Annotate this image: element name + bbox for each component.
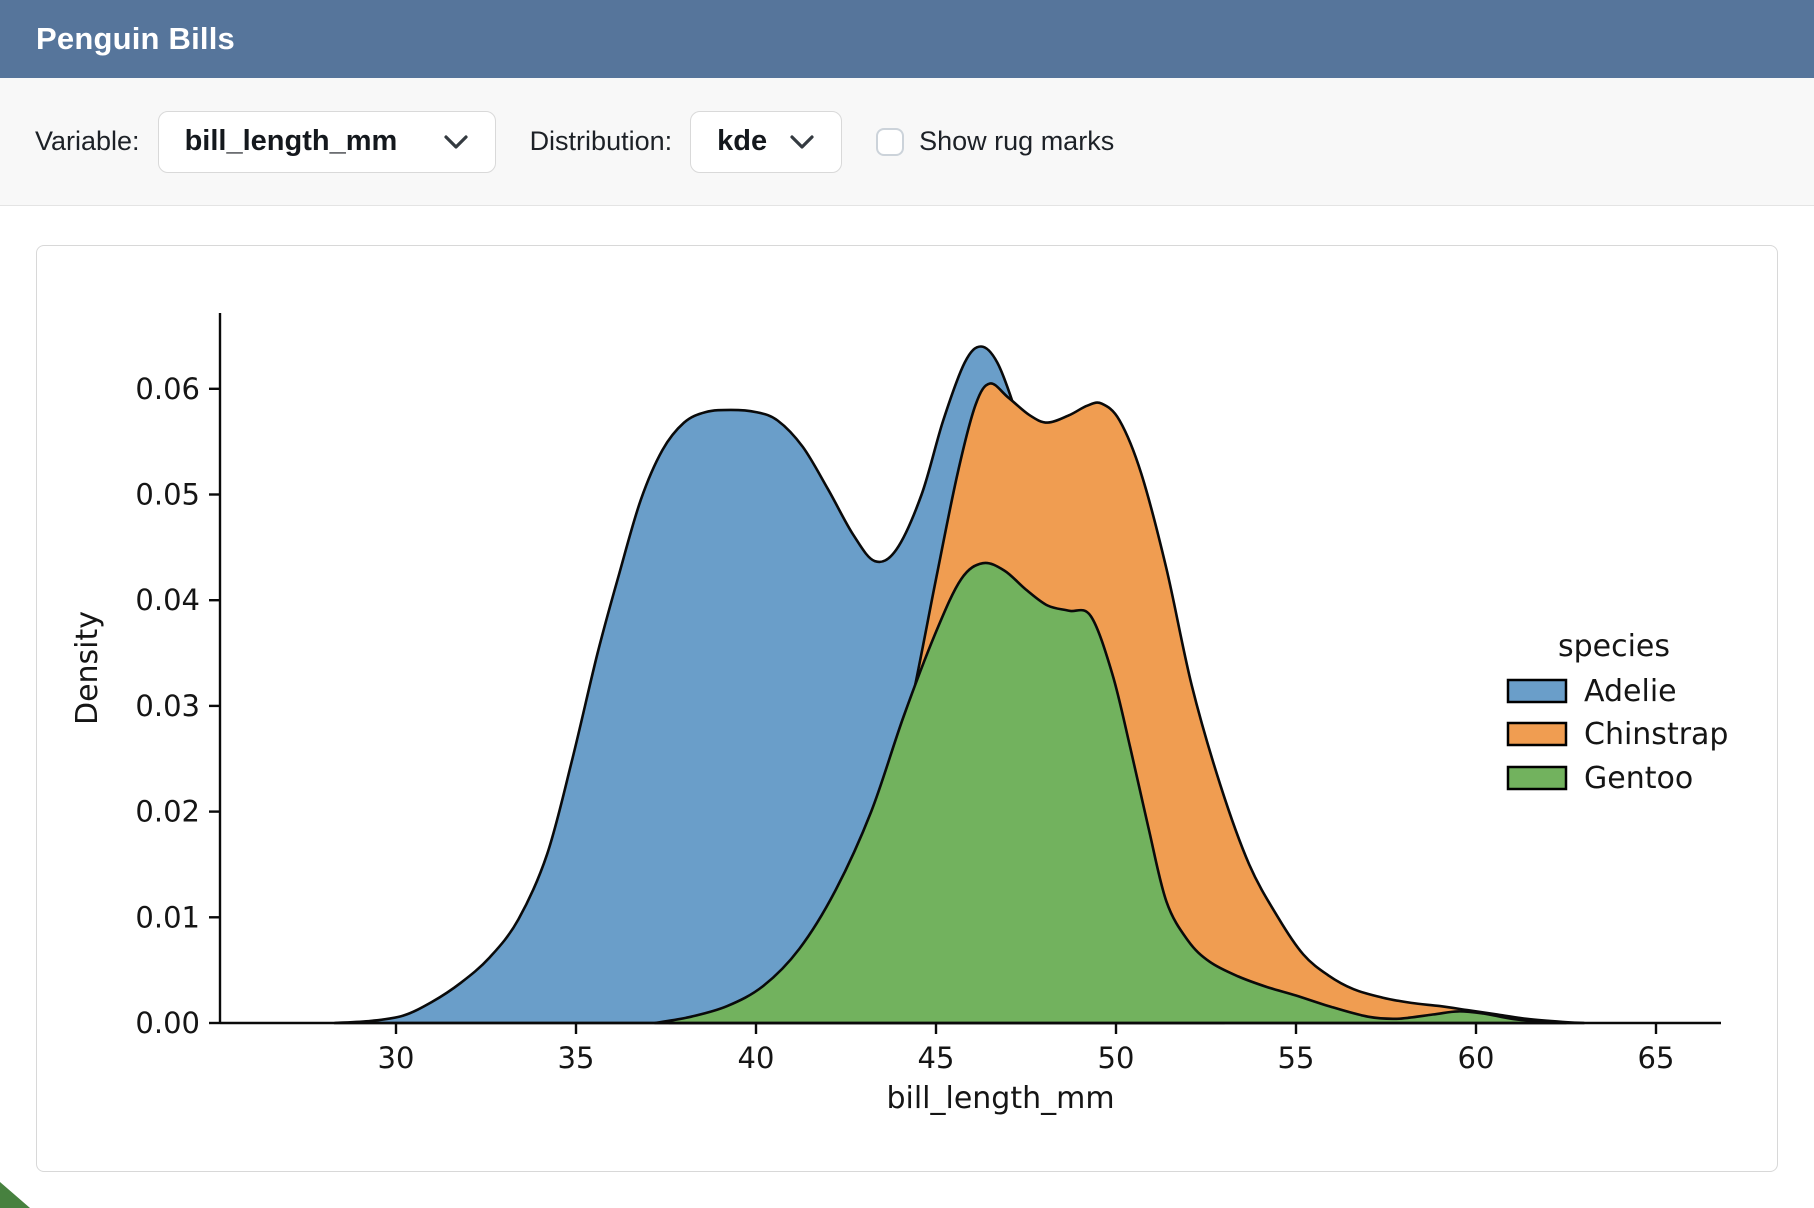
x-axis-label: bill_length_mm (886, 1081, 1114, 1116)
corner-decoration (0, 1182, 30, 1208)
y-tick-label: 0.00 (135, 1006, 200, 1040)
chevron-down-icon (789, 134, 815, 150)
x-tick-label: 30 (378, 1041, 415, 1075)
y-tick-label: 0.02 (135, 795, 200, 829)
x-tick-label: 65 (1638, 1041, 1675, 1075)
legend-swatch-chinstrap (1508, 723, 1566, 745)
y-tick-label: 0.05 (135, 478, 200, 512)
rug-checkbox[interactable] (876, 128, 904, 156)
y-axis-label: Density (70, 611, 105, 725)
y-tick-label: 0.01 (135, 900, 200, 934)
kde-chart: 30 35 40 45 50 55 60 65 0.00 0.01 0.02 0.03 0.04 0.05… (37, 246, 1777, 1171)
variable-select[interactable]: bill_length_mm (158, 111, 496, 173)
legend-swatch-adelie (1508, 680, 1566, 702)
toolbar: Variable: bill_length_mm Distribution: k… (0, 78, 1814, 206)
y-tick-label: 0.03 (135, 689, 200, 723)
distribution-select-value: kde (717, 125, 767, 158)
chevron-down-icon (443, 134, 469, 150)
y-tick-label: 0.06 (135, 372, 200, 406)
distribution-select[interactable]: kde (690, 111, 842, 173)
page-title: Penguin Bills (36, 21, 235, 57)
x-tick-label: 45 (918, 1041, 955, 1075)
x-tick-label: 50 (1098, 1041, 1135, 1075)
plot-card: 30 35 40 45 50 55 60 65 0.00 0.01 0.02 0.03 0.04 0.05… (36, 245, 1778, 1172)
app-header: Penguin Bills (0, 0, 1814, 78)
x-tick-label: 40 (738, 1041, 775, 1075)
x-tick-label: 35 (558, 1041, 595, 1075)
y-tick-label: 0.04 (135, 583, 200, 617)
rug-checkbox-label: Show rug marks (919, 126, 1114, 157)
variable-label: Variable: (35, 126, 140, 157)
legend-label-adelie: Adelie (1584, 674, 1677, 709)
legend-label-gentoo: Gentoo (1584, 761, 1693, 796)
distribution-label: Distribution: (530, 126, 673, 157)
legend-label-chinstrap: Chinstrap (1584, 717, 1728, 752)
legend-swatch-gentoo (1508, 767, 1566, 789)
x-tick-label: 60 (1458, 1041, 1495, 1075)
x-tick-label: 55 (1278, 1041, 1315, 1075)
variable-select-value: bill_length_mm (185, 125, 398, 158)
legend-title: species (1558, 629, 1670, 664)
